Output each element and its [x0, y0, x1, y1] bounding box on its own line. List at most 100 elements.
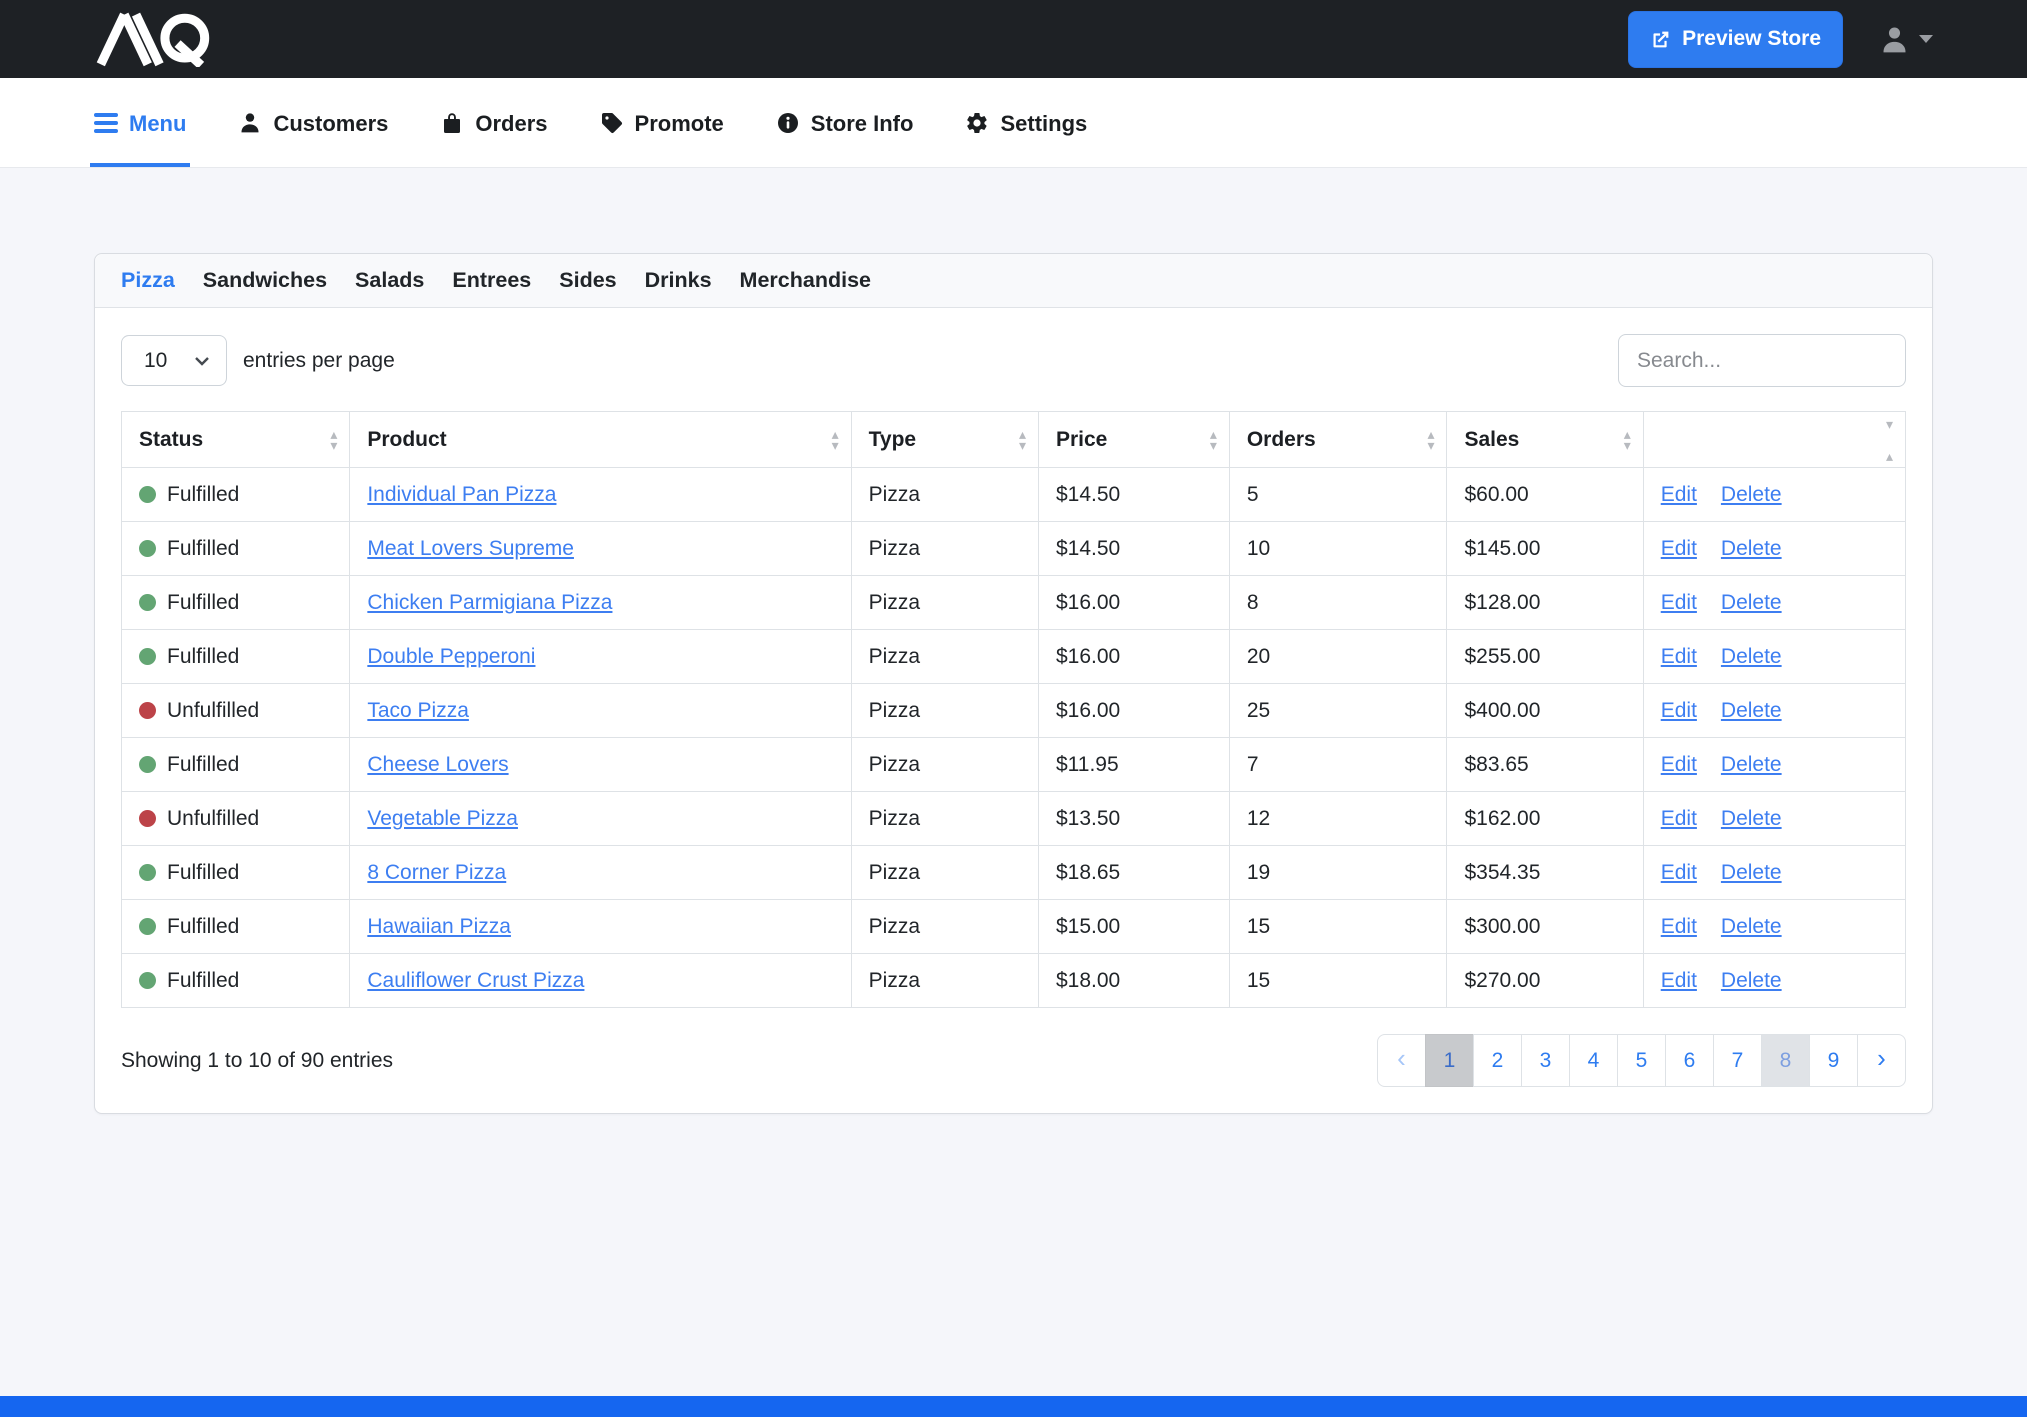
edit-link[interactable]: Edit — [1661, 537, 1697, 560]
delete-link[interactable]: Delete — [1721, 861, 1782, 884]
product-link[interactable]: Chicken Parmigiana Pizza — [367, 591, 612, 614]
delete-link[interactable]: Delete — [1721, 753, 1782, 776]
orders-cell: 15 — [1229, 900, 1447, 954]
tab-salads[interactable]: Salads — [355, 268, 424, 293]
pagination-page-5[interactable]: 5 — [1617, 1034, 1666, 1087]
sales-cell: $255.00 — [1447, 630, 1643, 684]
entries-per-page-select[interactable]: 10 — [121, 335, 227, 386]
delete-link[interactable]: Delete — [1721, 915, 1782, 938]
price-cell: $16.00 — [1038, 630, 1229, 684]
table-row: UnfulfilledVegetable PizzaPizza$13.5012$… — [122, 792, 1906, 846]
mq-logo-icon — [94, 11, 216, 67]
product-link[interactable]: Cheese Lovers — [367, 753, 508, 776]
column-header-price[interactable]: Price▴▾ — [1038, 412, 1229, 468]
price-cell: $18.00 — [1038, 954, 1229, 1008]
delete-link[interactable]: Delete — [1721, 807, 1782, 830]
edit-link[interactable]: Edit — [1661, 807, 1697, 830]
edit-link[interactable]: Edit — [1661, 483, 1697, 506]
delete-link[interactable]: Delete — [1721, 969, 1782, 992]
product-link[interactable]: Meat Lovers Supreme — [367, 537, 574, 560]
pagination-page-6[interactable]: 6 — [1665, 1034, 1714, 1087]
status-label: Fulfilled — [167, 861, 239, 884]
edit-link[interactable]: Edit — [1661, 969, 1697, 992]
status-cell: Fulfilled — [122, 954, 350, 1008]
edit-link[interactable]: Edit — [1661, 753, 1697, 776]
tag-icon — [600, 111, 624, 135]
status-label: Fulfilled — [167, 915, 239, 938]
nav-item-settings[interactable]: Settings — [965, 78, 1087, 167]
status-cell: Fulfilled — [122, 846, 350, 900]
nav-item-customers[interactable]: Customers — [238, 78, 388, 167]
hamburger-icon — [94, 113, 118, 133]
tab-drinks[interactable]: Drinks — [645, 268, 712, 293]
product-link[interactable]: Vegetable Pizza — [367, 807, 518, 830]
tab-sandwiches[interactable]: Sandwiches — [203, 268, 327, 293]
pagination-page-9[interactable]: 9 — [1809, 1034, 1858, 1087]
account-menu[interactable] — [1879, 24, 1933, 55]
product-cell: Chicken Parmigiana Pizza — [350, 576, 851, 630]
nav-item-orders[interactable]: Orders — [440, 78, 547, 167]
pagination-page-3[interactable]: 3 — [1521, 1034, 1570, 1087]
actions-cell: Edit Delete — [1643, 468, 1905, 522]
tab-pizza[interactable]: Pizza — [121, 268, 175, 293]
product-link[interactable]: Hawaiian Pizza — [367, 915, 511, 938]
product-cell: Vegetable Pizza — [350, 792, 851, 846]
delete-link[interactable]: Delete — [1721, 591, 1782, 614]
edit-link[interactable]: Edit — [1661, 645, 1697, 668]
table-row: FulfilledMeat Lovers SupremePizza$14.501… — [122, 522, 1906, 576]
search-input[interactable] — [1618, 334, 1906, 387]
table-row: FulfilledCheese LoversPizza$11.957$83.65… — [122, 738, 1906, 792]
nav-item-promote[interactable]: Promote — [600, 78, 724, 167]
pagination-prev[interactable]: ‹ — [1377, 1034, 1426, 1087]
entries-value: 10 — [144, 349, 167, 373]
product-cell: Double Pepperoni — [350, 630, 851, 684]
pagination-page-2[interactable]: 2 — [1473, 1034, 1522, 1087]
product-link[interactable]: Double Pepperoni — [367, 645, 535, 668]
orders-cell: 12 — [1229, 792, 1447, 846]
chevron-down-icon — [194, 356, 210, 366]
column-header-product[interactable]: Product▴▾ — [350, 412, 851, 468]
tab-sides[interactable]: Sides — [559, 268, 616, 293]
status-dot-fulfilled — [139, 594, 156, 611]
price-cell: $11.95 — [1038, 738, 1229, 792]
status-label: Fulfilled — [167, 591, 239, 614]
status-dot-fulfilled — [139, 756, 156, 773]
delete-link[interactable]: Delete — [1721, 645, 1782, 668]
pagination-page-1[interactable]: 1 — [1425, 1034, 1474, 1087]
delete-link[interactable]: Delete — [1721, 483, 1782, 506]
pagination-next[interactable]: › — [1857, 1034, 1906, 1087]
column-header-type[interactable]: Type▴▾ — [851, 412, 1038, 468]
sort-icon: ▴▾ — [1624, 429, 1631, 451]
type-cell: Pizza — [851, 684, 1038, 738]
status-label: Fulfilled — [167, 483, 239, 506]
column-header-sales[interactable]: Sales▴▾ — [1447, 412, 1643, 468]
nav-item-menu[interactable]: Menu — [94, 78, 186, 167]
actions-cell: Edit Delete — [1643, 576, 1905, 630]
pagination-page-8[interactable]: 8 — [1761, 1034, 1810, 1087]
sort-icon: ▴▾ — [1019, 429, 1026, 451]
table-row: FulfilledCauliflower Crust PizzaPizza$18… — [122, 954, 1906, 1008]
tab-entrees[interactable]: Entrees — [452, 268, 531, 293]
column-header-status[interactable]: Status▴▾ — [122, 412, 350, 468]
table-footer: Showing 1 to 10 of 90 entries ‹123456789… — [121, 1034, 1906, 1087]
pagination-page-4[interactable]: 4 — [1569, 1034, 1618, 1087]
product-link[interactable]: 8 Corner Pizza — [367, 861, 506, 884]
nav-item-store-info[interactable]: Store Info — [776, 78, 914, 167]
edit-link[interactable]: Edit — [1661, 915, 1697, 938]
edit-link[interactable]: Edit — [1661, 591, 1697, 614]
pagination-page-7[interactable]: 7 — [1713, 1034, 1762, 1087]
product-cell: Taco Pizza — [350, 684, 851, 738]
column-header-actions[interactable]: ▾▴ — [1643, 412, 1905, 468]
preview-store-button[interactable]: Preview Store — [1628, 11, 1843, 68]
column-header-orders[interactable]: Orders▴▾ — [1229, 412, 1447, 468]
delete-link[interactable]: Delete — [1721, 537, 1782, 560]
product-link[interactable]: Individual Pan Pizza — [367, 483, 556, 506]
product-link[interactable]: Taco Pizza — [367, 699, 469, 722]
delete-link[interactable]: Delete — [1721, 699, 1782, 722]
table-row: UnfulfilledTaco PizzaPizza$16.0025$400.0… — [122, 684, 1906, 738]
edit-link[interactable]: Edit — [1661, 861, 1697, 884]
tab-merchandise[interactable]: Merchandise — [740, 268, 871, 293]
logo[interactable] — [94, 11, 216, 67]
product-link[interactable]: Cauliflower Crust Pizza — [367, 969, 584, 992]
edit-link[interactable]: Edit — [1661, 699, 1697, 722]
